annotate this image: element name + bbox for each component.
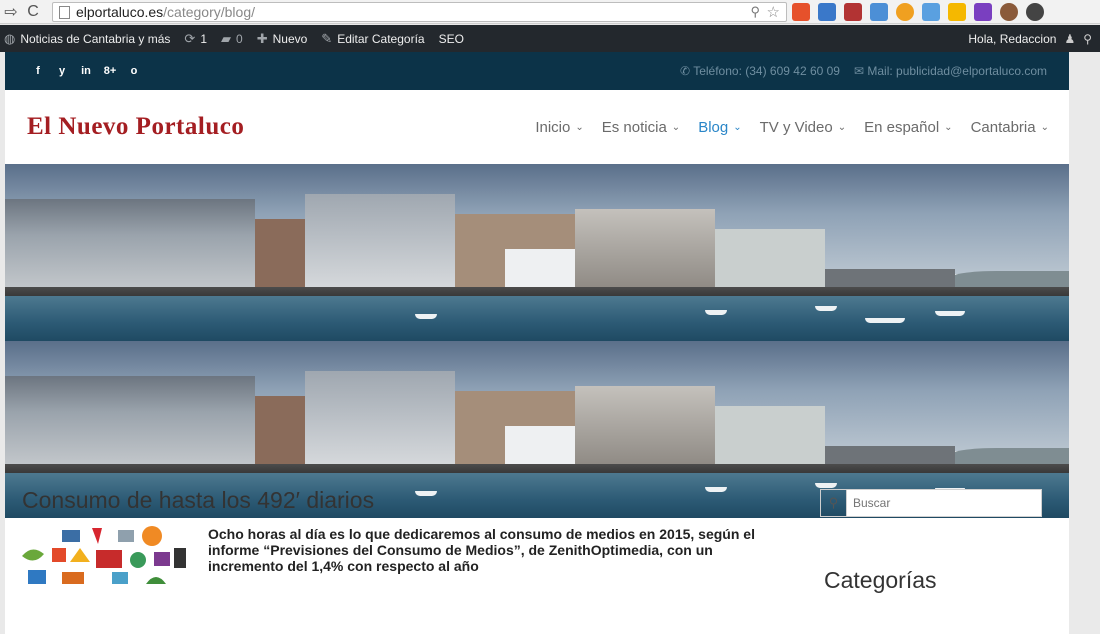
extension-bars-icon[interactable] (922, 3, 940, 21)
extension-plus-icon[interactable] (792, 3, 810, 21)
contact-info: ✆ Teléfono: (34) 609 42 60 09 ✉ Mail: pu… (680, 64, 1047, 78)
google-plus-icon[interactable]: 8+ (103, 65, 117, 77)
menu-label: TV y Video (759, 118, 833, 136)
mail-text: Mail: publicidad@elportaluco.com (867, 64, 1047, 78)
post-title[interactable]: Consumo de hasta los 492′ diarios (22, 487, 792, 514)
extension-gear-icon[interactable] (1000, 3, 1018, 21)
site-name-link[interactable]: ◍ Noticias de Cantabria y más (4, 31, 170, 47)
menu-label: Es noticia (601, 118, 667, 136)
reload-icon[interactable]: C (22, 3, 44, 21)
menu-item-cantabria[interactable]: Cantabria ⌄ (971, 119, 1049, 136)
comments-count: 0 (236, 31, 243, 46)
menu-label: Inicio (535, 118, 571, 136)
phone-icon: ✆ (680, 64, 691, 78)
categories-heading: Categorías (824, 567, 937, 593)
search-input[interactable] (847, 490, 1041, 516)
seo-label: SEO (438, 31, 464, 46)
comments-link[interactable]: ▰ 0 (221, 31, 243, 47)
post-thumbnail[interactable] (22, 526, 200, 586)
zoom-icon[interactable]: ⚲ (750, 4, 760, 20)
main-menu: Inicio ⌄ Es noticia ⌄ Blog ⌄ TV y Video ⌄ En… (535, 119, 1049, 136)
facebook-icon[interactable]: f (31, 65, 45, 77)
mail-icon: ✉ (853, 64, 865, 78)
url-path: /category/blog/ (163, 4, 256, 20)
updates-count: 1 (200, 31, 208, 46)
media-icons-thumbnail (22, 526, 186, 584)
plus-icon: ✚ (256, 30, 268, 46)
site-logo[interactable]: El Nuevo Portaluco (27, 113, 244, 141)
phone-info: ✆ Teléfono: (34) 609 42 60 09 (680, 64, 840, 78)
url-host: elportaluco.es (76, 4, 164, 20)
chevron-down-icon: ⌄ (575, 121, 584, 133)
menu-item-en-espanol[interactable]: En español ⌄ (864, 119, 952, 136)
forward-icon[interactable]: ⇨ (0, 2, 22, 22)
menu-item-blog[interactable]: Blog ⌄ (698, 119, 741, 136)
extension-icons (792, 3, 1044, 21)
chevron-down-icon: ⌄ (733, 121, 742, 133)
mail-info[interactable]: ✉ Mail: publicidad@elportaluco.com (854, 64, 1047, 78)
extension-chart-icon[interactable] (870, 3, 888, 21)
phone-text: Teléfono: (34) 609 42 60 09 (693, 64, 840, 78)
page-scrollbar[interactable] (1069, 52, 1100, 634)
updates-icon: ⟳ (184, 30, 196, 46)
hero-image-top (5, 164, 1069, 341)
edit-category-link[interactable]: ✎ Editar Categoría (321, 31, 424, 47)
comment-icon: ▰ (221, 30, 232, 46)
chevron-down-icon: ⌄ (671, 121, 681, 133)
extension-download-icon[interactable] (818, 3, 836, 21)
new-label: Nuevo (272, 31, 308, 46)
sidebar: ⚲ Categorías (820, 489, 1042, 593)
post-entry: Consumo de hasta los 492′ diarios Ocho h… (22, 487, 792, 586)
social-links: f y in 8+ o (31, 65, 141, 77)
site-name-label: Noticias de Cantabria y más (20, 31, 171, 46)
seo-link[interactable]: SEO (439, 32, 464, 46)
new-content-link[interactable]: ✚ Nuevo (257, 31, 308, 47)
page-icon (59, 5, 70, 19)
browser-toolbar: ⇨ C elportaluco.es/category/blog/ ⚲ ☆ (0, 0, 1100, 24)
twitter-icon[interactable]: y (55, 65, 69, 77)
linkedin-icon[interactable]: in (79, 65, 93, 77)
user-avatar-icon[interactable]: ♟ (1064, 32, 1075, 46)
pencil-icon: ✎ (321, 30, 333, 46)
post-excerpt: Ocho horas al día es lo que dedicaremos … (208, 526, 755, 574)
site-header: El Nuevo Portaluco Inicio ⌄ Es noticia ⌄ B… (5, 90, 1069, 164)
menu-label: En español (864, 118, 940, 136)
extension-wp-icon[interactable] (844, 3, 862, 21)
wp-admin-bar: ◍ Noticias de Cantabria y más ⟳ 1 ▰ 0 ✚ … (0, 25, 1100, 52)
menu-label: Cantabria (970, 118, 1036, 136)
pinterest-icon[interactable]: o (127, 65, 141, 77)
chevron-down-icon: ⌄ (1040, 121, 1049, 133)
chevron-down-icon: ⌄ (837, 121, 847, 133)
edit-category-label: Editar Categoría (337, 31, 425, 46)
extension-shield-icon[interactable] (1026, 3, 1044, 21)
menu-item-inicio[interactable]: Inicio ⌄ (535, 119, 583, 136)
search-icon[interactable]: ⚲ (1083, 32, 1092, 46)
search-form: ⚲ (820, 489, 1042, 517)
search-button[interactable]: ⚲ (821, 490, 847, 516)
dashboard-icon: ◍ (4, 30, 16, 46)
extension-bell-icon[interactable] (948, 3, 966, 21)
updates-link[interactable]: ⟳ 1 (184, 31, 207, 47)
site-topbar: f y in 8+ o ✆ Teléfono: (34) 609 42 60 0… (5, 52, 1069, 90)
menu-item-tv-video[interactable]: TV y Video ⌄ (760, 119, 847, 136)
bookmark-star-icon[interactable]: ☆ (767, 3, 780, 21)
address-bar[interactable]: elportaluco.es/category/blog/ ⚲ ☆ (52, 2, 787, 22)
magnifier-icon: ⚲ (828, 495, 839, 510)
user-greeting[interactable]: Hola, Redaccion (968, 32, 1056, 46)
extension-check-icon[interactable] (896, 3, 914, 21)
chevron-down-icon: ⌄ (944, 121, 953, 133)
menu-label: Blog (698, 118, 729, 136)
extension-globe-icon[interactable] (974, 3, 992, 21)
menu-item-es-noticia[interactable]: Es noticia ⌄ (602, 119, 680, 136)
